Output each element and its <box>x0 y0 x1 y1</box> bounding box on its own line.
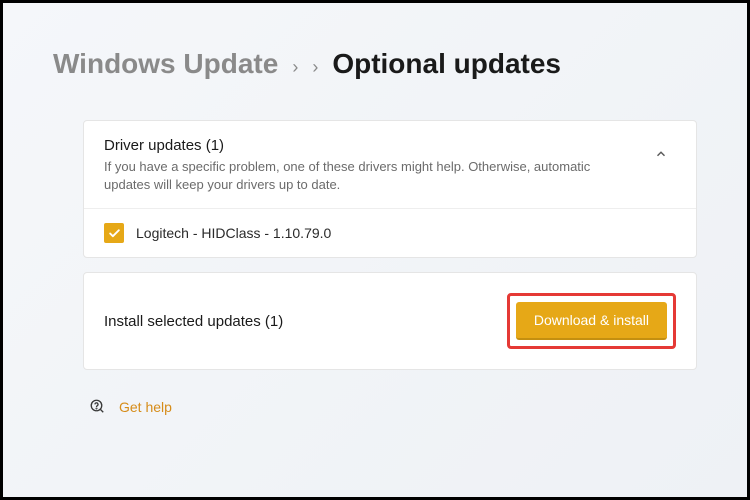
get-help-row[interactable]: Get help <box>83 398 697 416</box>
update-checkbox[interactable] <box>104 223 124 243</box>
driver-section-title: Driver updates (1) <box>104 137 646 154</box>
driver-section-description: If you have a specific problem, one of t… <box>104 158 624 194</box>
chevron-right-icon: › <box>312 57 318 78</box>
breadcrumb-current: Optional updates <box>332 48 561 80</box>
chevron-right-icon: › <box>292 57 298 78</box>
driver-updates-card: Driver updates (1) If you have a specifi… <box>83 120 697 258</box>
breadcrumb-parent[interactable]: Windows Update <box>53 48 278 80</box>
update-item-name: Logitech - HIDClass - 1.10.79.0 <box>136 225 331 241</box>
breadcrumb: Windows Update › › Optional updates <box>53 48 697 80</box>
get-help-link[interactable]: Get help <box>119 399 172 415</box>
install-bar: Install selected updates (1) Download & … <box>83 272 697 370</box>
help-icon <box>89 398 107 416</box>
download-install-button[interactable]: Download & install <box>516 302 667 340</box>
driver-section-header[interactable]: Driver updates (1) If you have a specifi… <box>84 121 696 209</box>
update-item-row: Logitech - HIDClass - 1.10.79.0 <box>84 209 696 257</box>
install-selected-label: Install selected updates (1) <box>104 313 283 330</box>
chevron-up-icon[interactable] <box>646 143 676 168</box>
annotation-highlight: Download & install <box>507 293 676 349</box>
